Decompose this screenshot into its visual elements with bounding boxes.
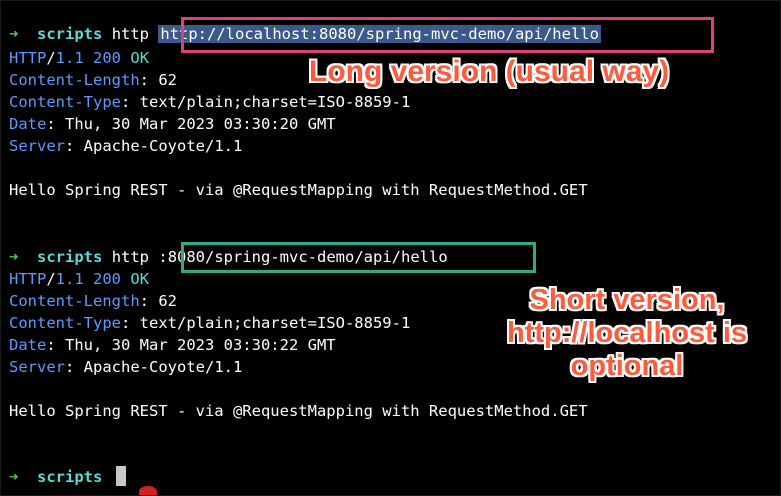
status-text: OK (130, 49, 150, 67)
status-code: 200 (93, 270, 122, 288)
response-body-1: Hello Spring REST - via @RequestMapping … (9, 181, 588, 199)
command-line-final[interactable]: ➜ scripts (9, 466, 126, 488)
header-key: Content-Length (9, 292, 140, 310)
header-value: Apache-Coyote/1.1 (83, 137, 243, 155)
prompt-directory: scripts (37, 248, 103, 266)
response-body-2: Hello Spring REST - via @RequestMapping … (9, 402, 588, 420)
status-text: OK (130, 270, 150, 288)
header-value: Thu, 30 Mar 2023 03:30:22 GMT (65, 336, 336, 354)
header-line: Content-Length: 62 (9, 292, 177, 310)
short-callout-line-1: Short version, (529, 284, 725, 316)
short-url-highlight-box (181, 242, 536, 273)
status-protocol: HTTP (9, 270, 47, 288)
header-key: Content-Type (9, 314, 121, 332)
header-key: Content-Length (9, 71, 140, 89)
block-cursor-icon (115, 466, 126, 486)
short-callout-line-3: optional (570, 350, 684, 382)
status-version: 1.1 (55, 49, 84, 67)
short-callout-line-2: http://localhost is (506, 317, 748, 349)
short-version-callout: Short version, http://localhost is optio… (487, 284, 767, 383)
header-line: Date: Thu, 30 Mar 2023 03:30:20 GMT (9, 115, 336, 133)
status-slash: / (46, 270, 56, 288)
header-value: text/plain;charset=ISO-8859-1 (139, 93, 411, 111)
header-key: Date (9, 115, 47, 133)
command-name: http (111, 25, 150, 43)
status-code: 200 (93, 49, 122, 67)
status-protocol: HTTP (9, 49, 47, 67)
status-line-1: HTTP/1.1 200 OK (9, 47, 149, 69)
header-value: Apache-Coyote/1.1 (83, 358, 243, 376)
screenshot-frame: ➜ scripts http http://localhost:8080/spr… (0, 0, 781, 496)
header-value: text/plain;charset=ISO-8859-1 (139, 314, 411, 332)
long-url-highlight-box (181, 17, 714, 53)
red-edge-mark (139, 486, 157, 495)
header-line: Content-Type: text/plain;charset=ISO-885… (9, 314, 411, 332)
long-version-callout: Long version (usual way) (309, 55, 670, 88)
header-key: Server (9, 358, 65, 376)
header-key: Content-Type (9, 93, 121, 111)
command-name: http (111, 248, 150, 266)
prompt-directory: scripts (37, 25, 103, 43)
header-value: 62 (158, 292, 177, 310)
status-slash: / (46, 49, 56, 67)
header-value: 62 (158, 71, 177, 89)
header-line: Server: Apache-Coyote/1.1 (9, 137, 243, 155)
header-line: Content-Type: text/plain;charset=ISO-885… (9, 93, 411, 111)
prompt-arrow-icon: ➜ (9, 248, 19, 266)
header-key: Date (9, 336, 47, 354)
header-key: Server (9, 137, 65, 155)
prompt-arrow-icon: ➜ (9, 468, 19, 486)
header-line: Content-Length: 62 (9, 71, 177, 89)
terminal-window[interactable]: ➜ scripts http http://localhost:8080/spr… (1, 1, 780, 495)
status-line-2: HTTP/1.1 200 OK (9, 268, 149, 290)
header-line: Server: Apache-Coyote/1.1 (9, 358, 243, 376)
prompt-directory: scripts (37, 468, 103, 486)
status-version: 1.1 (55, 270, 84, 288)
prompt-arrow-icon: ➜ (9, 25, 19, 43)
header-value: Thu, 30 Mar 2023 03:30:20 GMT (65, 115, 336, 133)
header-line: Date: Thu, 30 Mar 2023 03:30:22 GMT (9, 336, 336, 354)
